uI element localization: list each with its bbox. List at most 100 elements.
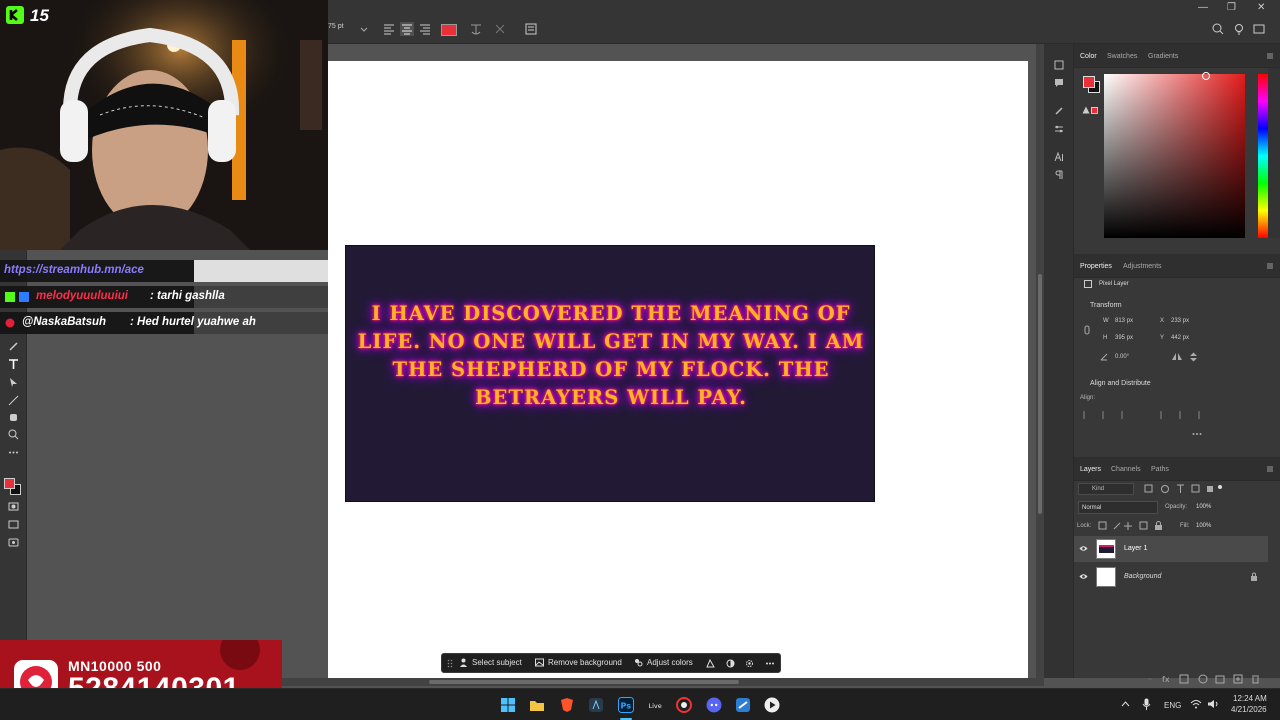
settings-icon[interactable] <box>745 659 754 668</box>
chrome-icon[interactable] <box>676 697 692 713</box>
color-panel-scroll[interactable] <box>1268 68 1280 238</box>
close-button[interactable]: ✕ <box>1257 2 1265 13</box>
character-icon[interactable] <box>1054 152 1064 162</box>
adjust-colors-button[interactable]: Adjust colors <box>634 658 693 667</box>
path-selection-icon[interactable] <box>7 376 20 389</box>
tab-gradients[interactable]: Gradients <box>1148 53 1178 60</box>
x-field[interactable]: 233 px <box>1171 318 1189 324</box>
minimize-button[interactable]: — <box>1198 2 1208 13</box>
mask-icon[interactable] <box>726 659 735 668</box>
layer-name[interactable]: Background <box>1124 573 1161 580</box>
tab-layers[interactable]: Layers <box>1080 466 1101 473</box>
y-field[interactable]: 442 px <box>1171 335 1189 341</box>
flip-vertical-icon[interactable] <box>1189 352 1198 362</box>
volume-icon[interactable] <box>1207 699 1219 709</box>
layer-artwork[interactable]: I HAVE DISCOVERED THE MEANING OF LIFE. N… <box>345 245 875 502</box>
eye-icon[interactable] <box>1079 545 1088 552</box>
panel-menu-icon[interactable] <box>1266 52 1274 60</box>
tab-adjustments[interactable]: Adjustments <box>1123 263 1162 270</box>
character-panel-icon[interactable] <box>524 22 538 36</box>
brush-settings-icon[interactable] <box>1054 106 1064 116</box>
windows-start-icon[interactable] <box>500 697 516 713</box>
discord-icon[interactable] <box>706 697 722 713</box>
brave-browser-icon[interactable] <box>559 697 575 713</box>
search-icon[interactable] <box>1211 22 1225 36</box>
line-tool-icon[interactable] <box>7 394 20 407</box>
chevron-down-icon[interactable] <box>360 26 368 34</box>
select-subject-button[interactable]: Select subject <box>459 658 522 667</box>
language-indicator[interactable]: ENG <box>1164 701 1181 710</box>
tab-swatches[interactable]: Swatches <box>1107 53 1137 60</box>
link-icon[interactable] <box>1084 325 1090 335</box>
wifi-icon[interactable] <box>1190 699 1202 709</box>
screen-mode-icon[interactable] <box>7 518 20 531</box>
brush-tool-icon[interactable] <box>7 340 20 353</box>
tab-channels[interactable]: Channels <box>1111 466 1141 473</box>
align-buttons-icon[interactable] <box>1082 410 1212 420</box>
more-options-icon[interactable] <box>765 659 775 668</box>
tab-color[interactable]: Color <box>1080 53 1097 60</box>
lock-options-icons[interactable] <box>1098 521 1168 531</box>
color-field[interactable] <box>1104 74 1245 238</box>
text-color-swatch[interactable] <box>441 24 457 36</box>
tab-properties[interactable]: Properties <box>1080 263 1112 270</box>
quick-mask-icon[interactable] <box>7 500 20 513</box>
layer-row-background[interactable]: Background <box>1074 564 1268 590</box>
comment-icon[interactable] <box>1054 78 1064 88</box>
panel-menu-icon[interactable] <box>1266 262 1274 270</box>
lightbulb-icon[interactable] <box>1232 22 1246 36</box>
more-options-icon[interactable] <box>1192 432 1202 436</box>
chevron-up-icon[interactable] <box>1121 701 1130 707</box>
font-size-field[interactable]: 75 pt <box>328 23 344 30</box>
tab-paths[interactable]: Paths <box>1151 466 1169 473</box>
align-left-icon[interactable] <box>382 22 396 36</box>
blend-mode-select[interactable]: Normal <box>1078 501 1158 514</box>
layer-actions-icons[interactable]: fx <box>1144 674 1274 684</box>
microphone-icon[interactable] <box>1142 698 1151 710</box>
hand-tool-icon[interactable] <box>7 410 20 423</box>
align-center-icon[interactable] <box>400 22 414 36</box>
horizontal-scrollbar[interactable] <box>194 678 1044 686</box>
flip-horizontal-icon[interactable] <box>1171 352 1183 361</box>
photoshop-icon[interactable]: Ps <box>618 697 634 713</box>
foreground-color-chip[interactable] <box>1083 76 1095 88</box>
angle-field[interactable]: 0.00° <box>1115 354 1129 360</box>
layer-filter-select[interactable]: Kind <box>1078 483 1134 495</box>
media-player-icon[interactable] <box>764 697 780 713</box>
zoom-tool-icon[interactable] <box>7 428 20 441</box>
panel-menu-icon[interactable] <box>1266 465 1274 473</box>
hue-slider[interactable] <box>1258 74 1268 238</box>
align-right-icon[interactable] <box>418 22 432 36</box>
web-safe-color-chip[interactable] <box>1091 107 1098 114</box>
width-field[interactable]: 813 px <box>1115 318 1133 324</box>
clock-time[interactable]: 12:24 AM <box>1233 694 1267 703</box>
layer-row-layer-1[interactable]: Layer 1 <box>1074 536 1268 562</box>
app-icon[interactable] <box>735 697 751 713</box>
file-explorer-icon[interactable] <box>529 697 545 713</box>
drag-handle-icon[interactable] <box>447 659 453 668</box>
vertical-scrollbar[interactable] <box>1036 44 1044 678</box>
height-field[interactable]: 395 px <box>1115 335 1133 341</box>
foreground-color-swatch[interactable] <box>4 478 15 489</box>
color-picker-cursor[interactable] <box>1202 72 1210 80</box>
remove-background-button[interactable]: Remove background <box>535 658 622 667</box>
edit-toolbar-icon[interactable] <box>7 536 20 549</box>
cancel-icon[interactable] <box>493 22 507 36</box>
live-app-icon[interactable]: Live <box>647 697 663 713</box>
more-tools-icon[interactable] <box>7 446 20 459</box>
workspace-icon[interactable] <box>1252 22 1266 36</box>
layer-name[interactable]: Layer 1 <box>1124 545 1147 552</box>
align-section-title[interactable]: Align and Distribute <box>1090 380 1151 387</box>
transform-section-title[interactable]: Transform <box>1090 302 1122 309</box>
restore-button[interactable]: ❐ <box>1227 2 1236 13</box>
adjustments-icon[interactable] <box>1054 124 1064 134</box>
app-icon[interactable] <box>588 697 604 713</box>
warning-icon[interactable] <box>1082 106 1090 114</box>
history-icon[interactable] <box>1054 60 1064 70</box>
eye-icon[interactable] <box>1079 573 1088 580</box>
opacity-field[interactable]: 100% <box>1196 504 1211 510</box>
type-tool-icon[interactable] <box>7 358 20 371</box>
warp-text-icon[interactable] <box>469 22 483 36</box>
paragraph-icon[interactable] <box>1054 170 1064 180</box>
transform-icon[interactable] <box>706 659 715 668</box>
